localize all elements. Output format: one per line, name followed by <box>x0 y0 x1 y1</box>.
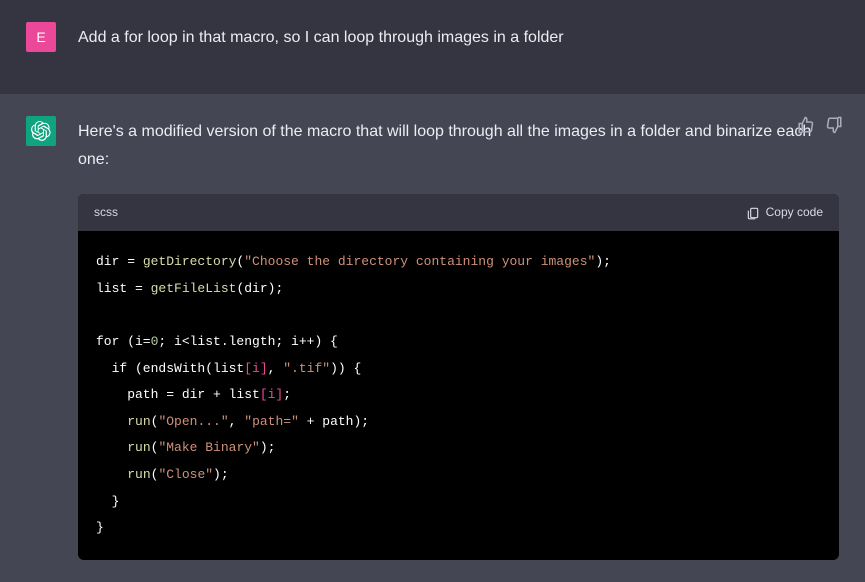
feedback-buttons <box>797 116 843 134</box>
thumbs-down-icon[interactable] <box>825 116 843 134</box>
copy-code-label: Copy code <box>766 202 823 223</box>
code-language-label: scss <box>94 202 118 223</box>
copy-code-button[interactable]: Copy code <box>746 202 823 223</box>
assistant-message-text: Here's a modified version of the macro t… <box>78 118 839 174</box>
assistant-message-row: Here's a modified version of the macro t… <box>0 94 865 582</box>
user-message-row: E Add a for loop in that macro, so I can… <box>0 0 865 74</box>
clipboard-icon <box>746 206 760 220</box>
code-content[interactable]: dir = getDirectory("Choose the directory… <box>78 231 839 560</box>
assistant-message-content: Here's a modified version of the macro t… <box>78 116 839 560</box>
user-message-text: Add a for loop in that macro, so I can l… <box>78 22 839 52</box>
assistant-avatar <box>26 116 56 146</box>
code-block: scss Copy code dir = getDirectory("Choos… <box>78 194 839 560</box>
code-header: scss Copy code <box>78 194 839 231</box>
openai-logo-icon <box>31 121 51 141</box>
thumbs-up-icon[interactable] <box>797 116 815 134</box>
user-avatar: E <box>26 22 56 52</box>
